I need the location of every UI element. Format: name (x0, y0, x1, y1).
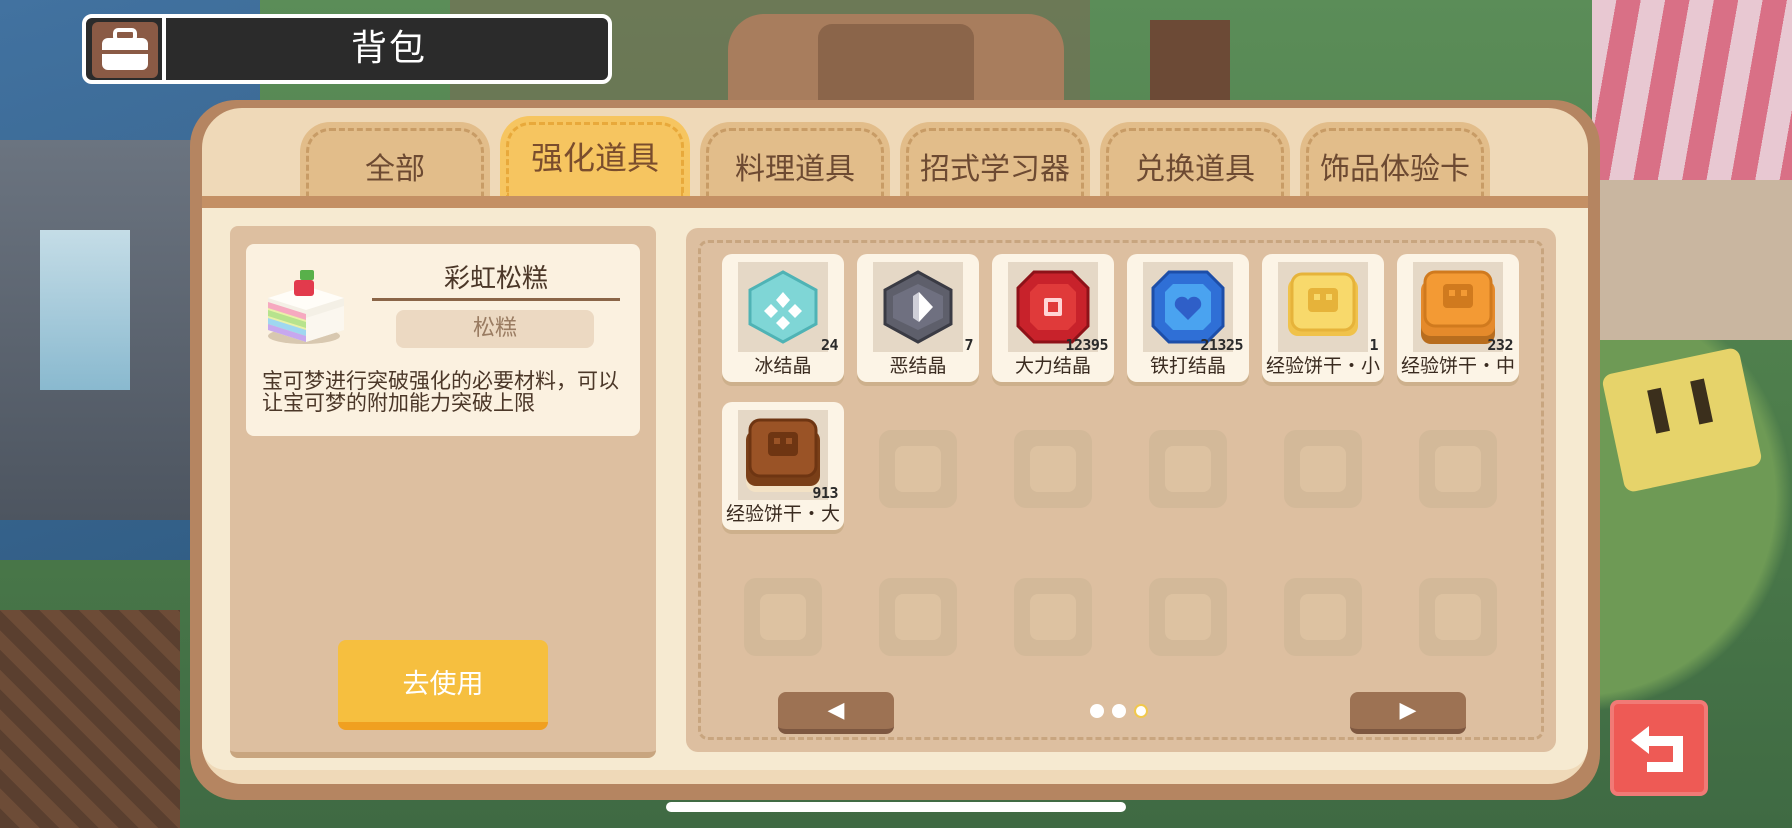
next-page-button[interactable]: ▶ (1350, 692, 1466, 734)
page-dot (1090, 704, 1104, 718)
empty-slot (1127, 410, 1249, 538)
empty-slot (722, 558, 844, 686)
use-button[interactable]: 去使用 (338, 640, 548, 730)
flower-garden (0, 610, 180, 828)
empty-slot (1262, 558, 1384, 686)
empty-slot (1127, 558, 1249, 686)
page-dot (1112, 704, 1126, 718)
page-indicator (1090, 704, 1148, 718)
tab-all[interactable]: 全部 (300, 122, 490, 196)
item-slot[interactable]: 7 恶结晶 (857, 254, 979, 382)
item-label: 大力结晶 (1014, 355, 1091, 377)
tab-accessory-trial-cards[interactable]: 饰品体验卡 (1300, 122, 1490, 196)
home-indicator (666, 802, 1126, 812)
item-slot[interactable]: 24 冰结晶 (722, 254, 844, 382)
item-info-card: 彩虹松糕 松糕 宝可梦进行突破强化的必要材料，可以让宝可梦的附加能力突破上限 (246, 244, 640, 436)
tab-cooking-items[interactable]: 料理道具 (700, 122, 890, 196)
back-button[interactable] (1610, 700, 1708, 796)
tab-exchange-items[interactable]: 兑换道具 (1100, 122, 1290, 196)
empty-slot (1397, 410, 1519, 538)
empty-slot (992, 410, 1114, 538)
item-label: 经验饼干・小 (1265, 355, 1380, 377)
item-detail-panel: 彩虹松糕 松糕 宝可梦进行突破强化的必要材料，可以让宝可梦的附加能力突破上限 去… (230, 226, 656, 758)
ice-crystal-icon (738, 262, 828, 352)
item-slot[interactable]: 913 经验饼干・大 (722, 402, 844, 530)
prev-page-button[interactable]: ◀ (778, 692, 894, 734)
empty-slot (992, 558, 1114, 686)
exp-cookie-small-icon (1278, 262, 1368, 352)
waterfall (40, 230, 130, 390)
empty-slot (857, 558, 979, 686)
tab-enhance-items[interactable]: 强化道具 (500, 116, 690, 196)
item-description: 宝可梦进行突破强化的必要材料，可以让宝可梦的附加能力突破上限 (262, 369, 619, 415)
item-slot[interactable]: 232 经验饼干・中 (1397, 254, 1519, 382)
page-title: 背包 (350, 28, 427, 69)
item-slot[interactable]: 21325 铁打结晶 (1127, 254, 1249, 382)
category-tabs: 全部 强化道具 料理道具 招式学习器 兑换道具 饰品体验卡 (300, 116, 1490, 198)
item-label: 冰结晶 (754, 355, 812, 377)
item-label: 铁打结晶 (1149, 355, 1226, 377)
empty-slot (857, 410, 979, 538)
tab-move-learners[interactable]: 招式学习器 (900, 122, 1090, 196)
dark-crystal-icon (873, 262, 963, 352)
empty-slot (1397, 558, 1519, 686)
return-arrow-icon (1631, 726, 1683, 772)
item-slot[interactable]: 1 经验饼干・小 (1262, 254, 1384, 382)
page-dot-active (1134, 704, 1148, 718)
item-label: 经验饼干・中 (1400, 355, 1515, 377)
title-bar: 背包 (82, 14, 612, 84)
item-category-badge: 松糕 (396, 310, 594, 348)
item-slot[interactable]: 12395 大力结晶 (992, 254, 1114, 382)
hut-block (1150, 20, 1230, 100)
item-name: 彩虹松糕 (443, 264, 548, 294)
rainbow-cake-icon (268, 270, 344, 344)
item-label: 恶结晶 (889, 355, 947, 377)
empty-slot (1262, 410, 1384, 538)
item-label: 经验饼干・大 (725, 503, 840, 525)
bag-icon (92, 22, 158, 78)
